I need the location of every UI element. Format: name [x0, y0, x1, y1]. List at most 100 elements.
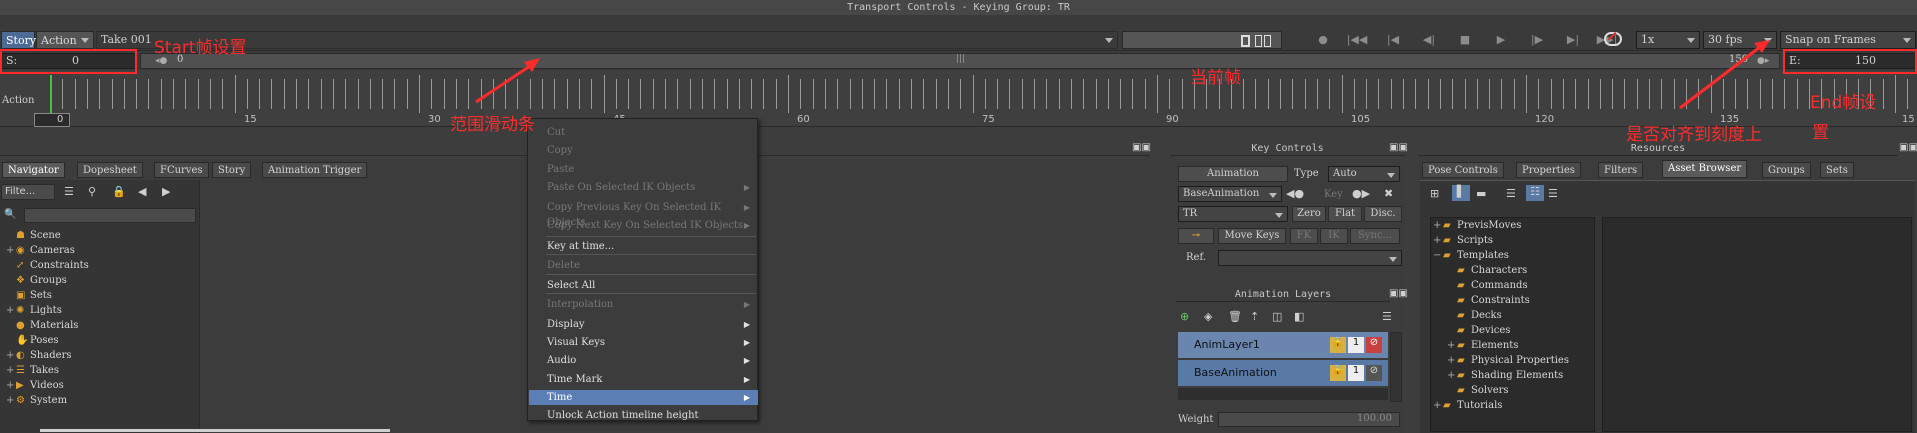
navigator-tree-item[interactable]: + ☰ Takes [6, 365, 59, 380]
fk-button[interactable]: FK [1290, 228, 1318, 244]
expand-toggle-icon[interactable]: + [1433, 235, 1443, 246]
menu-item[interactable]: Audio ▶ [529, 353, 758, 368]
current-frame-field[interactable]: 0 [34, 113, 70, 127]
ref-select[interactable] [1218, 250, 1402, 266]
merge-icon[interactable]: ◫ [1272, 310, 1282, 323]
navigator-tree-item[interactable]: + ✺ Lights [6, 305, 62, 320]
menu-item[interactable]: Time Mark ▶ [529, 372, 758, 387]
range-right-handle-icon[interactable]: ●▸ [1757, 56, 1769, 66]
take-select[interactable]: Take 001 [96, 31, 1118, 49]
navigator-tree-item[interactable]: ▣ Sets [6, 290, 52, 305]
layers-icon[interactable]: ◈ [1204, 310, 1212, 323]
asset-tree-item[interactable]: + ▰ PrevisMoves [1433, 220, 1521, 235]
asset-tree-item[interactable]: ▰ Characters [1447, 265, 1527, 280]
weight-slider[interactable]: 100.00 [1218, 412, 1400, 427]
menu-item[interactable]: Select All [529, 278, 758, 293]
lock-icon[interactable]: 🔒 [1330, 337, 1346, 353]
navigator-tree-item[interactable]: ☗ Scene [6, 230, 61, 245]
tab-dopesheet[interactable]: Dopesheet [77, 162, 143, 178]
horizontal-split-icon[interactable]: ▬ [1476, 187, 1486, 200]
navigator-tree-item[interactable]: ⤢ Constraints [6, 260, 89, 275]
expand-toggle-icon[interactable]: + [1447, 370, 1457, 381]
menu-item[interactable]: Display ▶ [529, 317, 758, 332]
navigator-tree-item[interactable]: + ▶ Videos [6, 380, 64, 395]
disc-button[interactable]: Disc. [1364, 206, 1402, 222]
layer-menu-icon[interactable]: ☰ [1382, 310, 1392, 323]
type-select[interactable]: Auto [1328, 166, 1400, 182]
panel-view-icon[interactable]: ▌ [1452, 185, 1470, 201]
tab-filters[interactable]: Filters [1598, 162, 1644, 178]
asset-tree-item[interactable]: ▰ Devices [1447, 325, 1510, 340]
speed-select[interactable]: 1x [1636, 31, 1700, 49]
prev-key-icon[interactable]: ◀● [1286, 187, 1304, 200]
mute-icon[interactable]: ⊘ [1366, 337, 1382, 353]
expand-toggle-icon[interactable]: + [6, 245, 16, 256]
asset-tree-item[interactable]: ▰ Constraints [1447, 295, 1530, 310]
ik-button[interactable]: IK [1320, 228, 1348, 244]
prev-key-button[interactable]: |◀ [1382, 31, 1404, 49]
filter-search-icon[interactable]: ⚲ [88, 185, 96, 198]
asset-tree-item[interactable]: + ▰ Elements [1447, 340, 1518, 355]
asset-tree-item[interactable]: ▰ Decks [1447, 310, 1502, 325]
expand-toggle-icon[interactable]: + [6, 395, 16, 406]
expand-toggle-icon[interactable]: + [1447, 340, 1457, 351]
move-keys-button[interactable]: Move Keys [1218, 228, 1286, 244]
menu-item[interactable]: Visual Keys ▶ [529, 335, 758, 350]
tab-sets[interactable]: Sets [1820, 162, 1854, 178]
trash-icon[interactable]: 🗑 [1228, 310, 1242, 323]
navigator-tree-item[interactable]: + ◉ Cameras [6, 245, 75, 260]
story-tab[interactable]: Story [1, 31, 36, 49]
goto-start-button[interactable]: |◀◀ [1346, 31, 1368, 49]
tab-asset-browser[interactable]: Asset Browser [1662, 160, 1748, 178]
layer-up-icon[interactable]: ⇡ [1250, 310, 1259, 323]
lock-icon[interactable]: 🔒 [112, 185, 126, 198]
lock-icon[interactable]: 🔒 [1330, 365, 1346, 381]
solo-icon[interactable]: 1 [1348, 365, 1364, 381]
back-arrow-icon[interactable]: ◀ [138, 185, 146, 198]
list-view-icon[interactable]: ☰ [1506, 187, 1516, 200]
thumbnail-view-icon[interactable]: ☰ [1548, 187, 1558, 200]
tab-properties[interactable]: Properties [1516, 162, 1581, 178]
range-grip[interactable]: ||| [956, 54, 965, 64]
mode-button[interactable]: Animation [1178, 166, 1288, 182]
range-slider[interactable]: ◂● 0 ||| 150 ●▸ [140, 53, 1780, 69]
next-key-icon[interactable]: ●▶ [1352, 187, 1370, 200]
sync-button[interactable]: Sync... [1350, 228, 1400, 244]
list-icon[interactable]: ☰ [64, 185, 74, 198]
expand-toggle-icon[interactable]: + [1447, 355, 1457, 366]
loop-icon[interactable] [1604, 31, 1623, 47]
expand-toggle-icon[interactable]: + [1433, 400, 1443, 411]
keying-group-select[interactable]: TR [1178, 206, 1288, 222]
tab-navigator[interactable]: Navigator [2, 162, 65, 178]
forward-arrow-icon[interactable]: ▶ [162, 185, 170, 198]
asset-tree-item[interactable]: ▰ Solvers [1447, 385, 1509, 400]
panel-window-icons[interactable]: ▣▣ [1389, 288, 1408, 299]
navigator-search-input[interactable] [24, 208, 196, 223]
expand-toggle-icon[interactable]: + [1433, 220, 1443, 231]
asset-tree-item[interactable]: − ▰ Templates [1433, 250, 1509, 265]
layer-row[interactable]: AnimLayer1 🔒 1 ⊘ [1178, 332, 1388, 358]
tree-view-icon[interactable]: ⊞ [1430, 187, 1439, 200]
menu-item[interactable]: Time ▶ [529, 389, 758, 405]
asset-tree-item[interactable]: ▰ Commands [1447, 280, 1528, 295]
timeline-display-toggle[interactable] [1122, 31, 1282, 49]
action-timeline[interactable]: Action 0 [0, 71, 1917, 127]
tab-animation-trigger[interactable]: Animation Trigger [262, 162, 368, 178]
tab-groups[interactable]: Groups [1762, 162, 1811, 178]
expand-toggle-icon[interactable]: + [6, 350, 16, 361]
play-button[interactable]: ▶ [1490, 31, 1512, 49]
panel-window-icons[interactable]: ▣▣ [1132, 142, 1151, 153]
detail-view-icon[interactable]: ☷ [1526, 185, 1544, 201]
expand-toggle-icon[interactable]: + [6, 365, 16, 376]
navigator-tree-item[interactable]: + ◐ Shaders [6, 350, 71, 365]
stop-button[interactable]: ■ [1454, 31, 1476, 49]
snap-select[interactable]: Snap on Frames [1780, 31, 1916, 49]
menu-item[interactable]: Key at time... [529, 239, 758, 254]
zero-button[interactable]: Zero [1292, 206, 1326, 222]
filter-button[interactable]: Filte... [1, 184, 55, 200]
expand-toggle-icon[interactable]: + [6, 380, 16, 391]
tab-fcurves[interactable]: FCurves [154, 162, 209, 178]
delete-key-icon[interactable]: ✖ [1384, 187, 1393, 200]
key-icon[interactable]: ⊸ [1178, 228, 1214, 244]
layer-row[interactable]: BaseAnimation 🔒 1 ⊘ [1178, 360, 1388, 386]
